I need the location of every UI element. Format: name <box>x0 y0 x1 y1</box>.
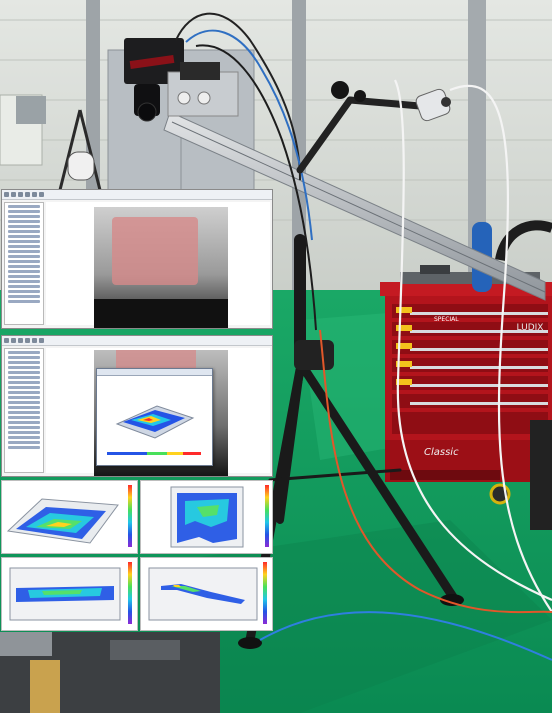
cabinet-brand-text: LUDIX <box>517 323 544 333</box>
cabinet-label-text: SPECIAL <box>434 316 459 323</box>
measure-icon[interactable] <box>39 192 44 197</box>
result-panel-front <box>1 557 138 631</box>
image-canvas[interactable] <box>46 202 270 328</box>
save-icon[interactable] <box>11 192 16 197</box>
color-scale-bar <box>263 562 267 624</box>
cabinet-model-text: Classic <box>424 447 459 458</box>
dark-region <box>94 299 228 328</box>
window-toolbar <box>2 336 272 346</box>
machine-edge <box>530 420 552 530</box>
color-scale-bar <box>265 485 269 547</box>
captured-image <box>94 207 228 328</box>
brass-fitting <box>30 660 60 713</box>
measure-icon[interactable] <box>39 338 44 343</box>
roi-mask <box>112 217 198 285</box>
open-file-icon[interactable] <box>4 338 9 343</box>
window-toolbar <box>2 190 272 200</box>
grid-icon[interactable] <box>32 192 37 197</box>
dialog-titlebar <box>97 369 212 376</box>
save-icon[interactable] <box>11 338 16 343</box>
dialog-3d-plot <box>107 405 201 455</box>
zoom-icon[interactable] <box>18 338 23 343</box>
software-window-capture <box>1 189 273 329</box>
tool-cabinet <box>380 265 552 505</box>
color-scale-bar <box>128 562 132 624</box>
software-window-result <box>1 335 273 477</box>
zoom-icon[interactable] <box>18 192 23 197</box>
result-panel-side <box>140 557 273 631</box>
settings-icon[interactable] <box>25 192 30 197</box>
file-tree-panel[interactable] <box>4 348 44 473</box>
result-panel-iso <box>1 480 138 554</box>
tripod-head <box>294 340 334 370</box>
dome-camera <box>67 151 95 181</box>
result-panel-top <box>140 480 273 554</box>
result-dialog <box>96 368 213 466</box>
image-canvas[interactable] <box>46 348 270 476</box>
file-tree-panel[interactable] <box>4 202 44 325</box>
settings-icon[interactable] <box>25 338 30 343</box>
open-file-icon[interactable] <box>4 192 9 197</box>
grid-icon[interactable] <box>32 338 37 343</box>
electrical-box <box>16 96 46 124</box>
color-scale-bar <box>128 485 132 547</box>
